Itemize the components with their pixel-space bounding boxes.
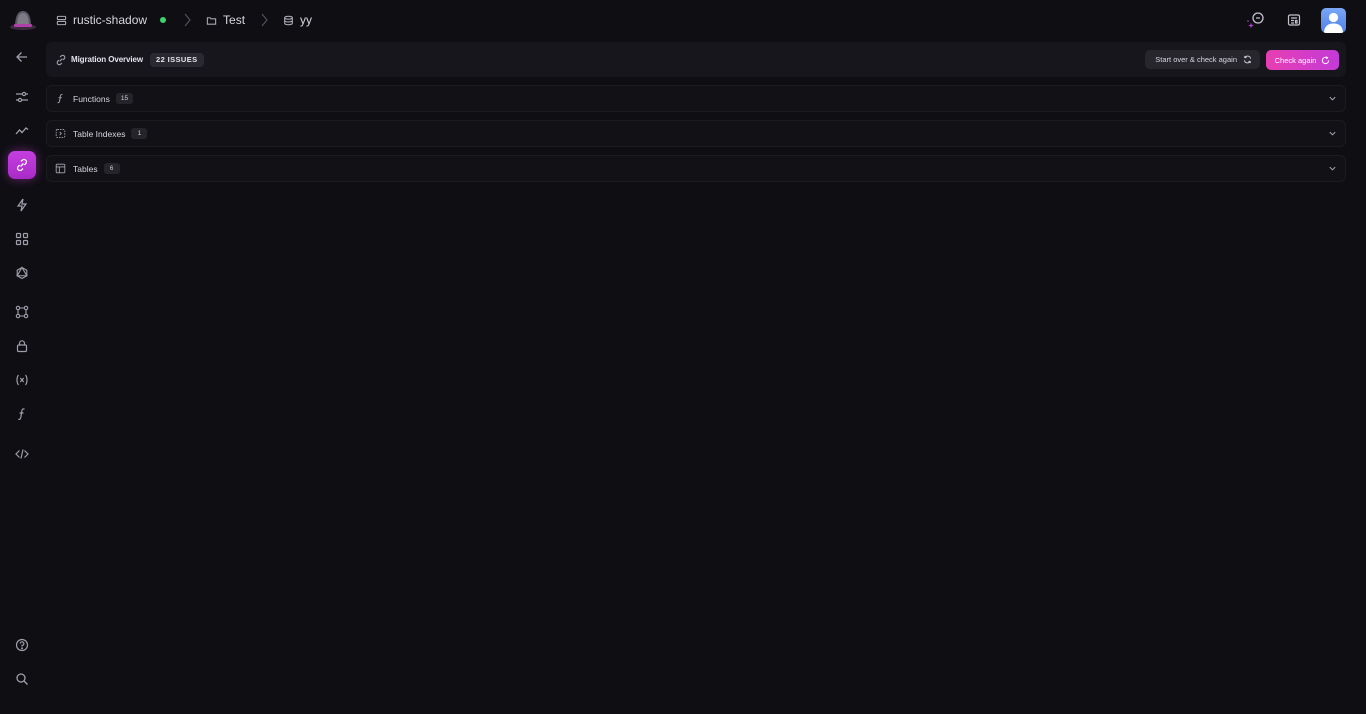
issues-badge: 22 ISSUES [150,52,204,67]
grid-icon [15,232,29,246]
activity-icon [15,124,29,138]
index-icon [55,128,66,139]
sidebar-item-help[interactable] [8,631,36,659]
help-circle-icon [15,638,29,652]
section-label: Tables [73,163,98,174]
breadcrumb-separator-icon [259,13,269,27]
sliders-icon [15,90,29,104]
sidebar-item-schema[interactable] [8,298,36,326]
server-icon [56,15,67,26]
breadcrumb: rustic-shadow Test yy [56,0,312,40]
newspaper-icon [1287,13,1301,27]
refresh-icon [1243,55,1252,64]
arrow-left-icon [15,50,29,64]
left-sidebar [0,40,44,714]
sidebar-item-functions[interactable] [8,400,36,428]
sidebar-item-apps[interactable] [8,225,36,253]
user-avatar[interactable] [1321,7,1346,33]
chevron-down-icon[interactable] [1328,94,1337,103]
start-over-button[interactable]: Start over & check again [1145,50,1260,69]
rotate-icon [1321,55,1330,65]
sidebar-item-graphql[interactable] [8,259,36,287]
chevron-down-icon[interactable] [1328,164,1337,173]
check-again-button[interactable]: Check again [1266,50,1339,70]
link-icon [15,158,29,172]
section-label: Table Indexes [73,128,126,139]
folder-icon [206,15,217,26]
sidebar-item-events[interactable] [8,191,36,219]
ai-sparkle-icon [1245,9,1267,31]
section-functions[interactable]: Functions 15 [46,85,1346,112]
check-again-label: Check again [1274,55,1317,65]
sidebar-item-migrations[interactable] [8,151,36,179]
sidebar-item-search[interactable] [8,665,36,693]
top-actions [1245,7,1346,33]
lock-icon [15,339,29,353]
sidebar-item-api-docs[interactable] [8,440,36,468]
sidebar-item-settings[interactable] [8,83,36,111]
sidebar-item-variables[interactable] [8,366,36,394]
database-name: yy [300,13,313,27]
bolt-icon [15,198,29,212]
news-button[interactable] [1283,9,1305,31]
status-online-dot [160,17,167,23]
function-icon [15,407,29,421]
project-name: rustic-shadow [73,13,148,27]
section-count-badge: 6 [103,163,120,174]
database-icon [283,15,294,26]
chevron-down-icon[interactable] [1328,129,1337,138]
section-table-indexes[interactable]: Table Indexes 1 [46,120,1346,147]
sidebar-item-metrics[interactable] [8,117,36,145]
table-icon [55,163,66,174]
section-label: Functions [73,93,110,104]
start-over-label: Start over & check again [1155,55,1237,64]
migration-overview-bar: Migration Overview 22 ISSUES Start over … [46,42,1346,77]
variable-icon [15,373,29,387]
breadcrumb-separator-icon [182,13,192,27]
sidebar-item-back[interactable] [8,43,36,71]
code-icon [15,447,29,461]
link-icon [55,54,67,66]
schema-icon [15,305,29,319]
ai-assistant-button[interactable] [1245,9,1267,31]
section-count-badge: 1 [131,128,148,139]
section-tables[interactable]: Tables 6 [46,155,1346,182]
search-icon [15,672,29,686]
section-count-badge: 15 [115,93,134,104]
folder-name: Test [223,13,246,27]
breadcrumb-project[interactable]: rustic-shadow [56,13,167,27]
app-logo[interactable] [9,8,37,32]
breadcrumb-folder[interactable]: Test [206,13,245,27]
page-title: Migration Overview [71,55,143,64]
function-icon [55,93,66,104]
top-bar: rustic-shadow Test yy [0,0,1366,40]
graphql-icon [15,266,29,280]
breadcrumb-database[interactable]: yy [283,13,312,27]
sidebar-item-access[interactable] [8,332,36,360]
